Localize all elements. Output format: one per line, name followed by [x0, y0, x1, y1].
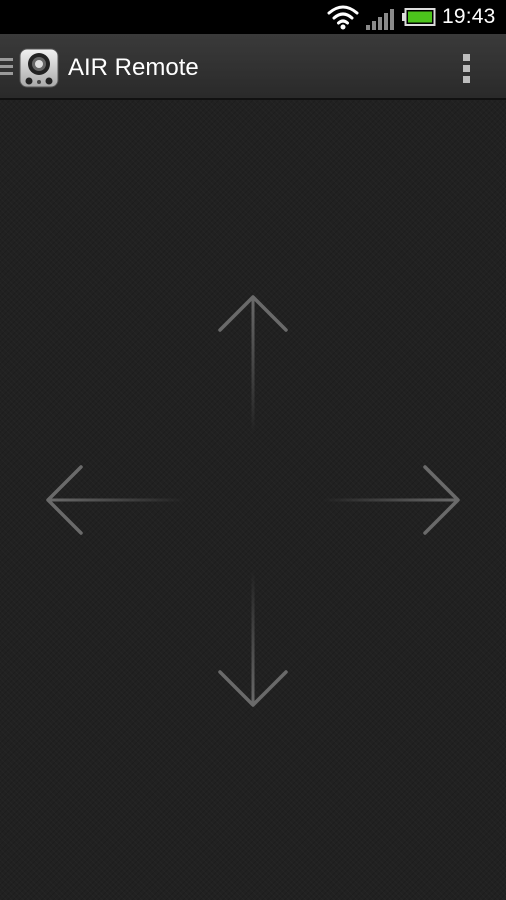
wifi-icon	[327, 5, 359, 30]
overflow-menu-icon[interactable]	[452, 50, 482, 86]
speaker-app-icon[interactable]	[19, 48, 59, 88]
status-clock: 19:43	[442, 5, 496, 28]
touchpad-area[interactable]	[0, 100, 506, 900]
drawer-icon[interactable]	[0, 56, 14, 78]
app-title: AIR Remote	[68, 54, 199, 81]
screen: 19:43 AIR Remote	[0, 0, 506, 900]
down-arrow-icon	[218, 570, 288, 707]
action-bar: AIR Remote	[0, 34, 506, 100]
signal-icon	[366, 9, 394, 30]
up-arrow-icon	[218, 295, 288, 433]
right-arrow-icon	[322, 465, 460, 535]
battery-icon	[402, 8, 436, 26]
direction-arrows	[46, 295, 460, 707]
status-bar: 19:43	[0, 0, 506, 34]
left-arrow-icon	[46, 465, 185, 535]
